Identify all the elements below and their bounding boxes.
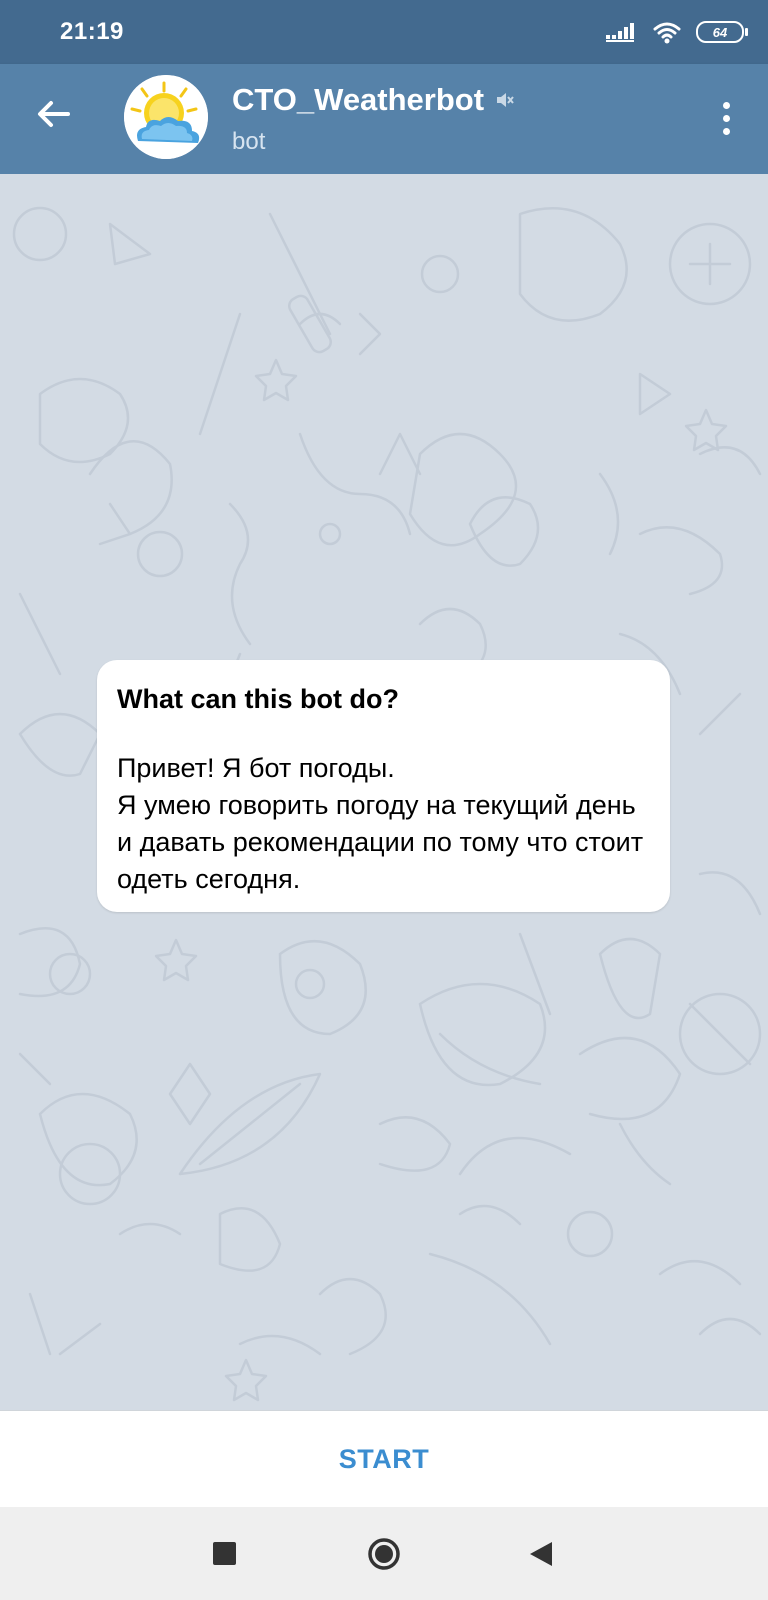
status-icons: 64 — [606, 20, 748, 44]
more-vertical-icon — [722, 101, 730, 109]
status-time: 21:19 — [60, 18, 124, 45]
back-arrow-icon — [38, 101, 70, 127]
muted-speaker-icon — [497, 93, 514, 107]
chat-title[interactable]: CTO_Weatherbot — [232, 82, 514, 118]
wifi-icon — [653, 22, 681, 44]
bot-name: CTO_Weatherbot — [232, 82, 485, 117]
battery-level: 64 — [712, 24, 728, 40]
chat-header: CTO_Weatherbot bot — [0, 64, 768, 174]
home-icon[interactable] — [367, 1537, 401, 1571]
signal-icon — [606, 23, 634, 42]
chat-area[interactable]: What can this bot do? Привет! Я бот пого… — [0, 174, 768, 1410]
more-menu-button[interactable] — [706, 94, 746, 142]
start-button[interactable]: START — [299, 1434, 470, 1485]
bot-description-text: Привет! Я бот погоды. Я умею говорить по… — [117, 753, 644, 894]
sun-cloud-avatar — [124, 75, 208, 159]
recents-icon[interactable] — [213, 1542, 236, 1565]
back-icon[interactable] — [528, 1540, 554, 1568]
chat-subtitle: bot — [232, 128, 266, 155]
start-bar: START — [0, 1410, 768, 1508]
bot-description-card: What can this bot do? Привет! Я бот пого… — [97, 660, 670, 912]
status-bar: 21:19 64 — [0, 0, 768, 64]
back-button[interactable] — [30, 90, 78, 138]
bot-avatar[interactable] — [124, 75, 208, 159]
battery-icon: 64 — [696, 21, 748, 43]
bot-description-title: What can this bot do? — [117, 684, 399, 714]
system-nav-bar — [0, 1507, 768, 1600]
